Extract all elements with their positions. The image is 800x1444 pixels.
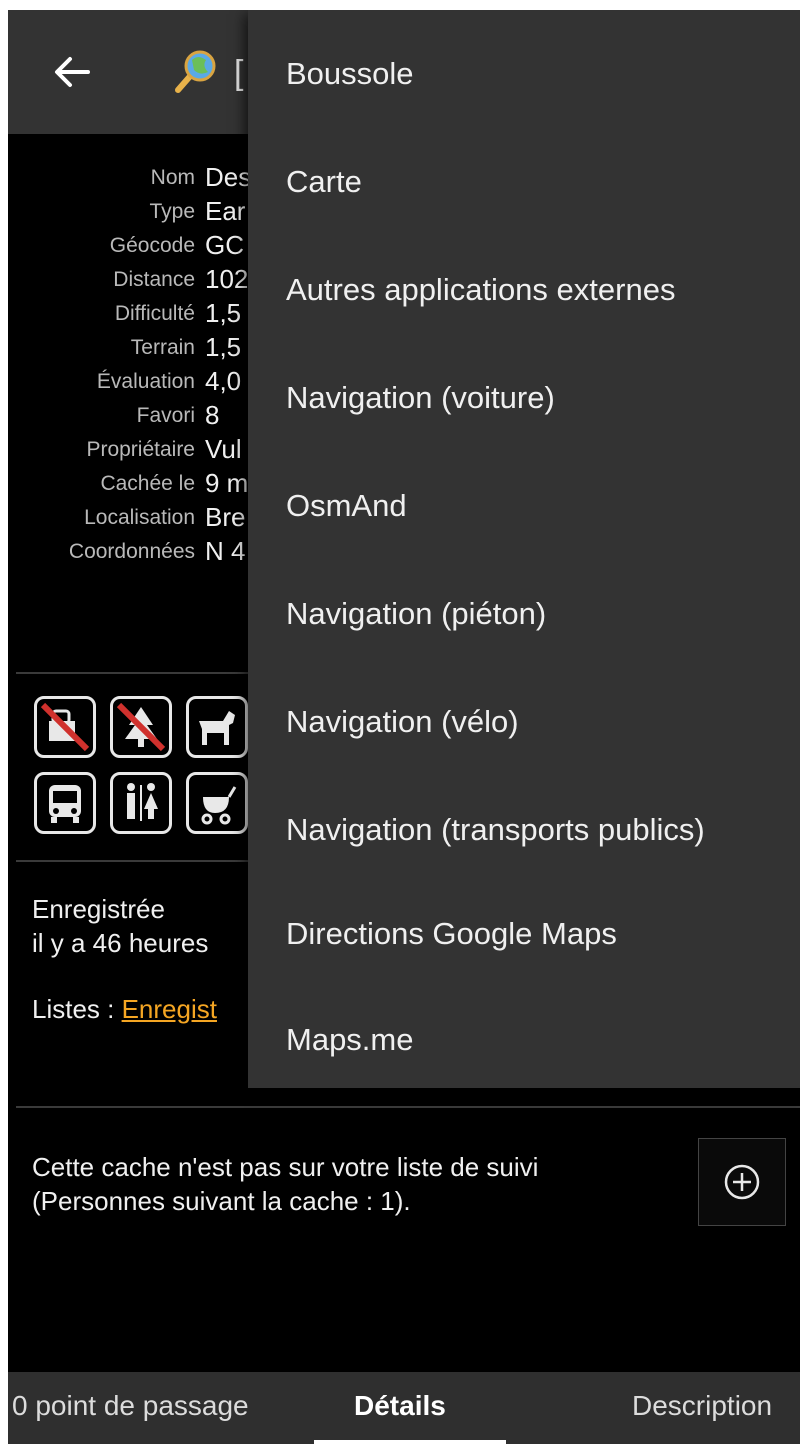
detail-label: Coordonnées — [68, 540, 195, 563]
detail-value: GC — [205, 230, 244, 260]
back-arrow-icon[interactable] — [48, 48, 96, 96]
stored-status: Enregistrée — [32, 894, 165, 924]
detail-label: Propriétaire — [86, 438, 195, 461]
bus-icon[interactable] — [34, 772, 96, 834]
screen: [ Nom Des Type Ear Géocode GC Distance 1… — [8, 10, 800, 1444]
menu-item-nav-bike[interactable]: Navigation (vélo) — [286, 704, 519, 740]
no-cache-box-icon[interactable] — [34, 696, 96, 758]
menu-item-nav-walk[interactable]: Navigation (piéton) — [286, 596, 546, 632]
restroom-icon[interactable] — [110, 772, 172, 834]
divider — [16, 1106, 800, 1108]
stored-time: il y a 46 heures — [32, 928, 209, 958]
detail-label: Favori — [136, 404, 195, 427]
lists-row: Listes : Enregist — [32, 994, 217, 1025]
detail-value: 9 m — [205, 468, 249, 498]
tab-bar: 0 point de passage Détails Description — [8, 1372, 800, 1444]
watchlist-count: (Personnes suivant la cache : 1). — [32, 1186, 411, 1216]
navigation-menu: Boussole Carte Autres applications exter… — [248, 10, 800, 1088]
active-tab-indicator — [314, 1440, 506, 1444]
menu-item-external-apps[interactable]: Autres applications externes — [286, 272, 675, 308]
lists-link[interactable]: Enregist — [122, 994, 217, 1024]
detail-value: Vul — [205, 434, 242, 464]
watchlist-text: Cette cache n'est pas sur votre liste de… — [32, 1152, 539, 1182]
detail-label: Géocode — [109, 234, 195, 257]
menu-item-nav-transit[interactable]: Navigation (transports publics) — [286, 812, 705, 848]
tab-details[interactable]: Détails — [354, 1390, 446, 1422]
detail-label: Cachée le — [100, 472, 195, 495]
stroller-icon[interactable] — [186, 772, 248, 834]
detail-label: Terrain — [130, 336, 195, 359]
lists-label: Listes : — [32, 994, 122, 1024]
detail-value: 1,5 — [205, 332, 242, 362]
detail-label: Évaluation — [96, 370, 195, 393]
detail-label: Type — [149, 200, 195, 223]
detail-value: 1,5 — [205, 298, 242, 328]
menu-item-google-directions[interactable]: Directions Google Maps — [286, 916, 617, 952]
menu-item-osmand[interactable]: OsmAnd — [286, 488, 407, 524]
detail-value: Des — [205, 162, 252, 192]
dog-icon[interactable] — [186, 696, 248, 758]
tab-waypoints[interactable]: 0 point de passage — [12, 1390, 249, 1422]
detail-value: 8 — [205, 400, 220, 430]
detail-value: 4,0 — [205, 366, 242, 396]
detail-label: Nom — [150, 166, 195, 189]
add-watchlist-button[interactable] — [698, 1138, 786, 1226]
tab-description[interactable]: Description — [632, 1390, 772, 1422]
detail-value: Ear — [205, 196, 246, 226]
detail-label: Distance — [113, 268, 195, 291]
cache-title: [ — [234, 54, 244, 92]
menu-item-compass[interactable]: Boussole — [286, 56, 414, 92]
menu-item-map[interactable]: Carte — [286, 164, 362, 200]
menu-item-mapsme[interactable]: Maps.me — [286, 1022, 413, 1058]
add-circle-icon — [724, 1164, 760, 1200]
menu-item-nav-car[interactable]: Navigation (voiture) — [286, 380, 555, 416]
detail-label: Localisation — [84, 506, 195, 529]
no-tree-icon[interactable] — [110, 696, 172, 758]
cache-type-icon — [168, 46, 220, 98]
detail-label: Difficulté — [114, 302, 195, 325]
detail-value: N 4 — [205, 536, 246, 566]
detail-value: Bre — [205, 502, 246, 532]
detail-value: 102 — [205, 264, 249, 294]
